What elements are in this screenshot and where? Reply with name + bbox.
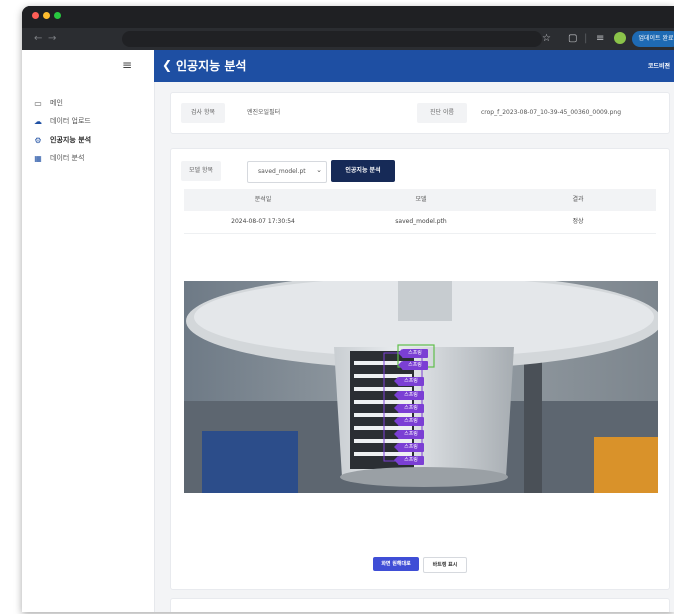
table-cell-date: 2024-08-07 17:30:54	[231, 218, 295, 225]
minimize-window-button[interactable]	[43, 12, 50, 19]
analysis-card: 모델 항목 saved_model.pt ⌄ 인공지능 분석 분석일 모델 결과…	[170, 148, 670, 590]
back-chevron-icon[interactable]: ❮	[162, 57, 172, 73]
zoom-window-button[interactable]	[54, 12, 61, 19]
extension-icon[interactable]: ≡	[596, 31, 604, 47]
forward-arrow-icon[interactable]: →	[48, 32, 56, 46]
view-bbox-button[interactable]: 바트렝 표시	[423, 557, 467, 573]
view-full-screen-button[interactable]: 화면 원해대로	[373, 557, 419, 571]
results-table-header: 분석일 모델 결과	[184, 189, 656, 211]
sidebar-item-label: 인공지능 분석	[50, 136, 92, 144]
detection-tag: 스프링	[394, 430, 424, 439]
column-header-date: 분석일	[254, 196, 272, 203]
update-button[interactable]: 업데이트 완료	[632, 31, 674, 47]
detection-tag: 스프링	[394, 404, 424, 413]
detection-tag: 스프링	[394, 456, 424, 465]
inspection-item-value: 엔진오일필터	[247, 109, 281, 116]
table-cell-result: 정상	[572, 218, 584, 225]
menu-icon[interactable]: ≡	[122, 58, 132, 72]
cloud-upload-icon: ☁	[34, 116, 42, 126]
back-arrow-icon[interactable]: ←	[34, 32, 42, 46]
table-cell-model: saved_model.pth	[395, 218, 447, 225]
sidebar-item-label: 데이터 분석	[50, 154, 85, 162]
model-select-value: saved_model.pt	[258, 168, 306, 175]
inspection-image: 스프링 스프링 스프링 스프링 스프링 스프링 스프링 스프링 스프링	[184, 281, 658, 493]
column-header-model: 모델	[415, 196, 427, 203]
sidebar-item-main[interactable]: ▭ 메인	[32, 96, 63, 110]
detection-tag: 스프링	[394, 377, 424, 386]
toolbar-divider: |	[584, 33, 588, 44]
star-icon[interactable]: ☆	[542, 31, 551, 47]
sidebar-item-ai-analysis[interactable]: ⚙ 인공지능 분석	[32, 133, 91, 147]
inspection-item-label: 검사 항목	[181, 103, 225, 123]
run-ai-analysis-button[interactable]: 인공지능 분석	[331, 160, 395, 182]
detection-tag: 스프링	[398, 361, 428, 370]
sidebar-item-label: 메인	[50, 99, 63, 107]
title-bar	[22, 6, 674, 29]
tab-strip	[370, 10, 670, 29]
chevron-down-icon: ⌄	[316, 166, 322, 174]
chart-icon: ▦	[34, 153, 42, 163]
app-page: ≡ ▭ 메인 ☁ 데이터 업로드 ⚙ 인공지능 분석 ▦ 데이터 분석 ❮ 인공…	[22, 50, 674, 612]
detection-tag: 스프링	[394, 417, 424, 426]
browser-toolbar: ← → ☆ ▢ | ≡ 업데이트 완료	[22, 28, 674, 50]
inspection-info-card: 검사 항목 엔진오일필터 진단 이름 crop_f_2023-08-07_10-…	[170, 92, 670, 134]
model-label: 모델 항목	[181, 161, 221, 181]
detection-tag: 스프링	[394, 391, 424, 400]
sidebar-item-label: 데이터 업로드	[50, 117, 91, 125]
model-select[interactable]: saved_model.pt ⌄	[247, 161, 327, 183]
gear-icon: ⚙	[34, 135, 42, 145]
sidebar-item-data-upload[interactable]: ☁ 데이터 업로드	[32, 114, 91, 128]
app-header: ❮ 인공지능 분석 코드비젼	[154, 50, 674, 82]
detection-tag: 스프링	[394, 443, 424, 452]
next-card	[170, 598, 670, 612]
tab-icon[interactable]: ▢	[568, 31, 577, 47]
table-row[interactable]: 2024-08-07 17:30:54 saved_model.pth 정상	[184, 211, 656, 234]
address-bar[interactable]	[122, 31, 542, 47]
browser-window: ← → ☆ ▢ | ≡ 업데이트 완료 ≡ ▭ 메인 ☁ 데이터 업로드 ⚙ 인…	[22, 6, 674, 612]
image-name-value: crop_f_2023-08-07_10-39-45_00360_0009.pn…	[481, 109, 622, 116]
profile-avatar-icon[interactable]	[614, 32, 626, 44]
page-title: 인공지능 분석	[176, 59, 247, 73]
column-header-result: 결과	[572, 196, 584, 203]
close-window-button[interactable]	[32, 12, 39, 19]
image-name-label: 진단 이름	[417, 103, 467, 123]
brand-logo: 코드비젼	[647, 63, 670, 70]
detection-tag: 스프링	[398, 349, 428, 358]
sidebar-item-data-analysis[interactable]: ▦ 데이터 분석	[32, 151, 84, 165]
monitor-icon: ▭	[34, 98, 42, 108]
sidebar: ≡ ▭ 메인 ☁ 데이터 업로드 ⚙ 인공지능 분석 ▦ 데이터 분석	[22, 50, 155, 612]
